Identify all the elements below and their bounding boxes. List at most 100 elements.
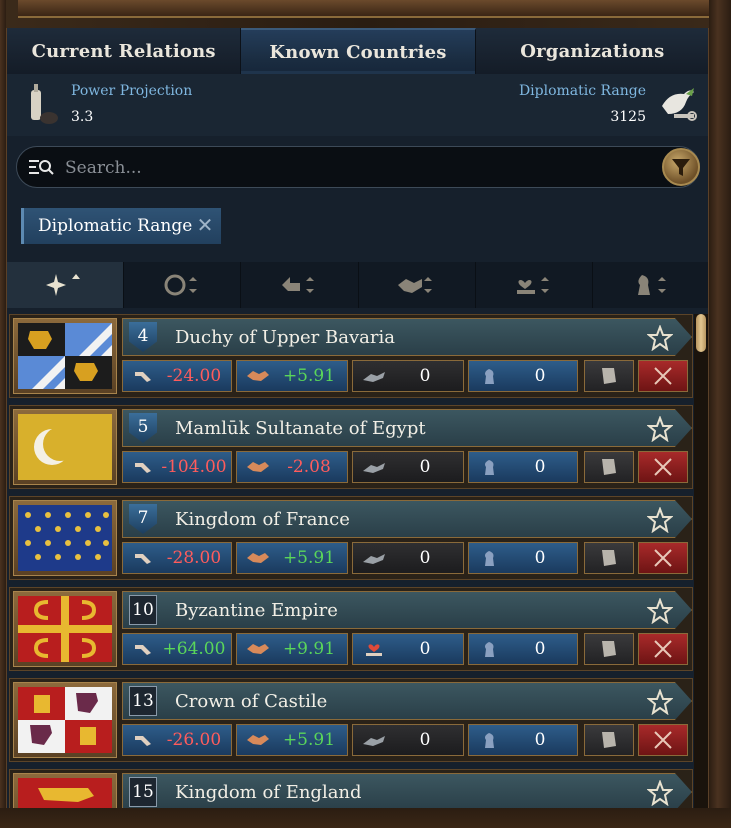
favorite-star-icon[interactable]	[647, 780, 673, 806]
favors-chip[interactable]: 0	[352, 451, 464, 483]
favors-chip[interactable]: 0	[352, 542, 464, 574]
trust-value: +9.91	[282, 639, 336, 659]
flag-frame	[13, 591, 117, 667]
trust-chip[interactable]: +5.91	[236, 542, 348, 574]
trust-chip[interactable]: +5.91	[236, 360, 348, 392]
tab-known-countries[interactable]: Known Countries	[241, 28, 476, 74]
favorite-star-icon[interactable]	[647, 416, 673, 442]
declare-war-button[interactable]	[638, 451, 688, 483]
diplomatic-range-label: Diplomatic Range	[518, 83, 646, 99]
country-row[interactable]: 10 Byzantine Empire +64.00 +9.91 0 0	[9, 587, 693, 671]
country-name: Kingdom of England	[175, 782, 362, 803]
sort-rank-button[interactable]	[7, 262, 125, 308]
opinion-chip[interactable]: -104.00	[122, 451, 232, 483]
send-message-button[interactable]	[584, 724, 634, 756]
sort-culture-button[interactable]	[124, 262, 242, 308]
flag-egypt-icon	[18, 414, 112, 480]
trust-chip[interactable]: -2.08	[236, 451, 348, 483]
handshake-sort-icon	[397, 277, 432, 293]
favorite-star-icon[interactable]	[647, 325, 673, 351]
thumbs-down-icon	[135, 463, 151, 473]
filter-chip-label: Diplomatic Range	[38, 216, 193, 236]
sort-trust-button[interactable]	[358, 262, 476, 308]
spy-value: 0	[534, 730, 546, 750]
spy-chip[interactable]: 0	[468, 360, 578, 392]
country-row[interactable]: 4 Duchy of Upper Bavaria -24.00 +5.91 0	[9, 314, 693, 398]
list-scrollbar[interactable]	[694, 314, 708, 828]
country-name-bar: 15 Kingdom of England	[122, 773, 692, 811]
filter-funnel-button[interactable]	[662, 148, 700, 186]
open-hand-icon	[363, 372, 385, 382]
diplomatic-range-value: 3125	[610, 109, 646, 125]
handshake-icon	[247, 462, 269, 472]
send-message-button[interactable]	[584, 633, 634, 665]
sort-subject-button[interactable]	[592, 262, 708, 308]
favorite-star-icon[interactable]	[647, 507, 673, 533]
remove-filter-icon[interactable]: ✕	[195, 215, 215, 235]
opinion-chip[interactable]: -24.00	[122, 360, 232, 392]
spy-value: 0	[534, 457, 546, 477]
spy-chip[interactable]: 0	[468, 724, 578, 756]
sort-favors-button[interactable]	[475, 262, 593, 308]
favors-chip[interactable]: 0	[352, 633, 464, 665]
search-input[interactable]	[65, 155, 645, 181]
trust-chip[interactable]: +9.91	[236, 633, 348, 665]
send-message-button[interactable]	[584, 542, 634, 574]
stats-row: Power Projection 3.3 Diplomatic Range 31…	[7, 74, 708, 136]
thumbs-down-icon	[135, 372, 151, 382]
flag-bavaria-icon	[18, 323, 112, 389]
send-message-button[interactable]	[584, 451, 634, 483]
sort-opinion-button[interactable]	[241, 262, 359, 308]
declare-war-button[interactable]	[638, 542, 688, 574]
rank-badge: 7	[129, 504, 157, 534]
country-name: Byzantine Empire	[175, 600, 338, 621]
funnel-icon	[672, 159, 690, 176]
scroll-letter-icon	[602, 732, 616, 748]
favorite-star-icon[interactable]	[647, 598, 673, 624]
send-message-button[interactable]	[584, 360, 634, 392]
favors-value: 0	[419, 730, 431, 750]
open-hand-icon	[363, 554, 385, 564]
opinion-value: -26.00	[166, 730, 222, 750]
favorite-star-icon[interactable]	[647, 689, 673, 715]
spy-chip[interactable]: 0	[468, 542, 578, 574]
trust-chip[interactable]: +5.91	[236, 724, 348, 756]
declare-war-button[interactable]	[638, 360, 688, 392]
opinion-chip[interactable]: +64.00	[122, 633, 232, 665]
opinion-chip[interactable]: -28.00	[122, 542, 232, 574]
crossed-swords-icon	[654, 640, 672, 658]
country-name: Duchy of Upper Bavaria	[175, 327, 395, 348]
declare-war-button[interactable]	[638, 633, 688, 665]
power-projection-icon	[31, 84, 58, 124]
spy-value: 0	[534, 366, 546, 386]
tab-organizations[interactable]: Organizations	[475, 28, 708, 74]
relation-values: -104.00 -2.08 0 0	[122, 451, 692, 483]
open-hand-icon	[363, 463, 385, 473]
heart-hand-icon	[366, 644, 382, 656]
relation-values: -26.00 +5.91 0 0	[122, 724, 692, 756]
favors-value: 0	[419, 548, 431, 568]
spy-chip[interactable]: 0	[468, 633, 578, 665]
country-row[interactable]: 5 Mamlūk Sultanate of Egypt -104.00 -2.0…	[9, 405, 693, 489]
scroll-letter-icon	[602, 550, 616, 566]
scrollbar-thumb[interactable]	[696, 314, 706, 352]
declare-war-button[interactable]	[638, 724, 688, 756]
spy-chip[interactable]: 0	[468, 451, 578, 483]
open-hand-icon	[363, 736, 385, 746]
spy-icon	[485, 460, 494, 475]
country-row[interactable]: 13 Crown of Castile -26.00 +5.91 0 0	[9, 678, 693, 762]
country-name-bar: 7 Kingdom of France	[122, 500, 692, 538]
opinion-chip[interactable]: -26.00	[122, 724, 232, 756]
spy-icon	[485, 642, 494, 657]
scroll-letter-icon	[602, 368, 616, 384]
favors-chip[interactable]: 0	[352, 724, 464, 756]
country-row[interactable]: 7 Kingdom of France -28.00 +5.91 0 0	[9, 496, 693, 580]
favors-chip[interactable]: 0	[352, 360, 464, 392]
tab-current-relations[interactable]: Current Relations	[7, 28, 242, 74]
thumbs-down-icon	[135, 554, 151, 564]
country-name-bar: 4 Duchy of Upper Bavaria	[122, 318, 692, 356]
country-name: Kingdom of France	[175, 509, 350, 530]
rank-badge: 15	[129, 777, 157, 807]
spy-value: 0	[534, 639, 546, 659]
power-projection-label: Power Projection	[71, 83, 193, 99]
